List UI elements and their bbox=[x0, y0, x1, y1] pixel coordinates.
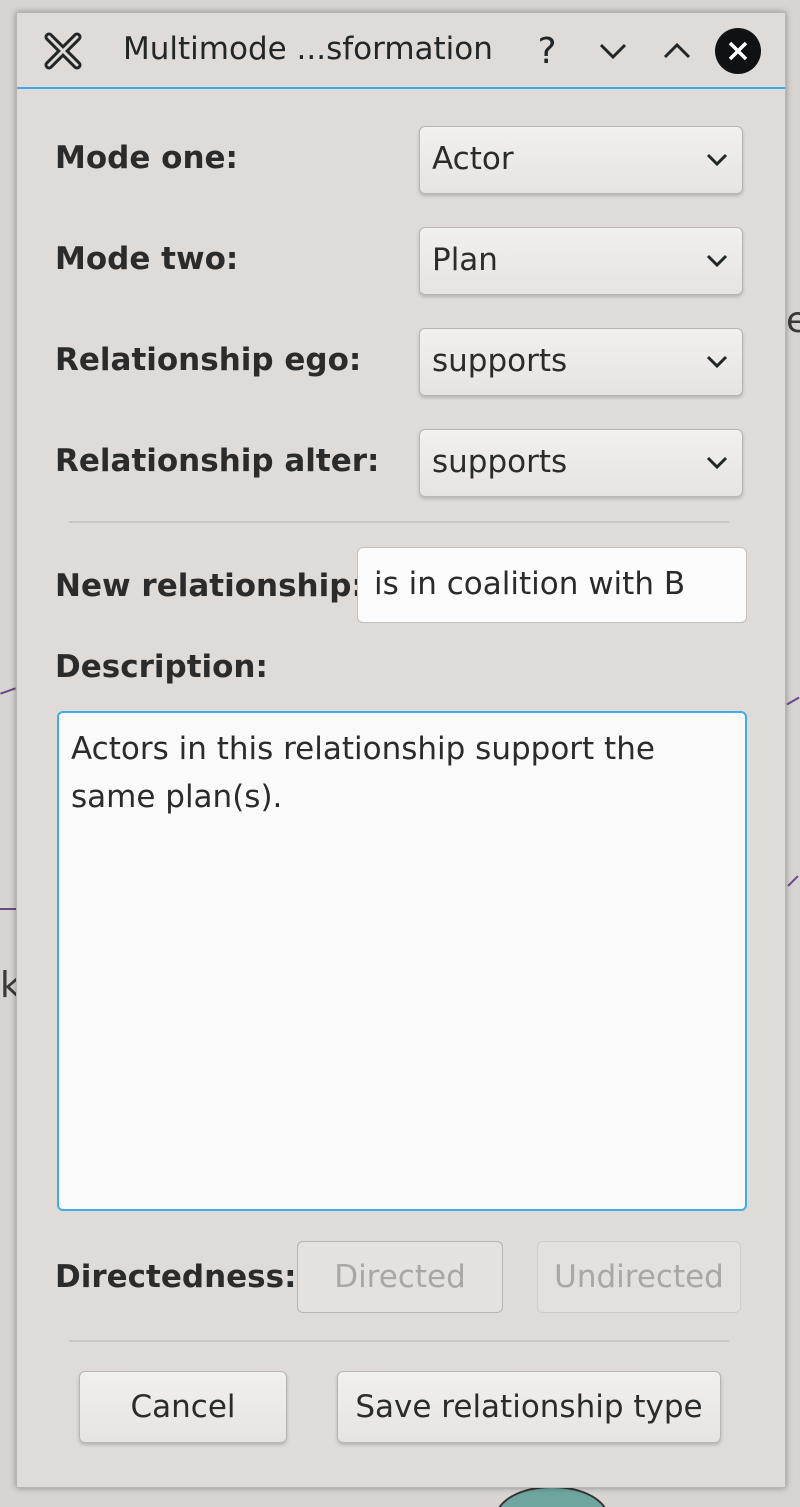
maximize-button[interactable] bbox=[653, 27, 701, 75]
separator bbox=[69, 1340, 729, 1342]
close-button[interactable] bbox=[715, 28, 761, 74]
background-text-fragment: e bbox=[786, 300, 800, 341]
save-relationship-type-button[interactable]: Save relationship type bbox=[337, 1371, 721, 1443]
minimize-button[interactable] bbox=[589, 27, 637, 75]
relationship-alter-label: Relationship alter: bbox=[55, 443, 380, 479]
new-relationship-label: New relationship: bbox=[55, 568, 364, 604]
chevron-down-icon bbox=[706, 153, 728, 167]
directedness-label: Directedness: bbox=[55, 1259, 297, 1295]
mode-one-value: Actor bbox=[432, 141, 514, 177]
multimode-transformation-dialog: Multimode ...sformation ? Mode one: Acto… bbox=[16, 12, 786, 1488]
mode-two-value: Plan bbox=[432, 242, 498, 278]
description-label: Description: bbox=[55, 649, 268, 685]
chevron-up-icon bbox=[663, 42, 691, 59]
mode-two-label: Mode two: bbox=[55, 241, 239, 277]
chevron-down-icon bbox=[706, 254, 728, 268]
relationship-alter-value: supports bbox=[432, 444, 568, 480]
description-textarea[interactable]: Actors in this relationship support the … bbox=[57, 711, 747, 1211]
cancel-button[interactable]: Cancel bbox=[79, 1371, 287, 1443]
chevron-down-icon bbox=[599, 43, 627, 60]
app-x-icon bbox=[41, 29, 85, 73]
title-bar[interactable]: Multimode ...sformation ? bbox=[17, 13, 785, 89]
relationship-alter-select[interactable]: supports bbox=[419, 429, 743, 497]
chevron-down-icon bbox=[706, 355, 728, 369]
background-edge bbox=[787, 875, 799, 887]
mode-one-label: Mode one: bbox=[55, 140, 238, 176]
background-edge bbox=[786, 696, 800, 706]
relationship-ego-select[interactable]: supports bbox=[419, 328, 743, 396]
window-title: Multimode ...sformation bbox=[123, 31, 493, 67]
background-edge bbox=[0, 908, 16, 910]
close-icon bbox=[728, 41, 748, 61]
mode-two-select[interactable]: Plan bbox=[419, 227, 743, 295]
mode-one-select[interactable]: Actor bbox=[419, 126, 743, 194]
directed-button[interactable]: Directed bbox=[297, 1241, 503, 1313]
relationship-ego-value: supports bbox=[432, 343, 568, 379]
background-edge bbox=[0, 687, 16, 695]
separator bbox=[69, 521, 729, 523]
chevron-down-icon bbox=[706, 456, 728, 470]
relationship-ego-label: Relationship ego: bbox=[55, 342, 362, 378]
new-relationship-input[interactable]: is in coalition with B bbox=[357, 547, 747, 623]
undirected-button[interactable]: Undirected bbox=[537, 1241, 741, 1313]
help-button[interactable]: ? bbox=[523, 27, 571, 75]
background-node bbox=[495, 1486, 609, 1507]
